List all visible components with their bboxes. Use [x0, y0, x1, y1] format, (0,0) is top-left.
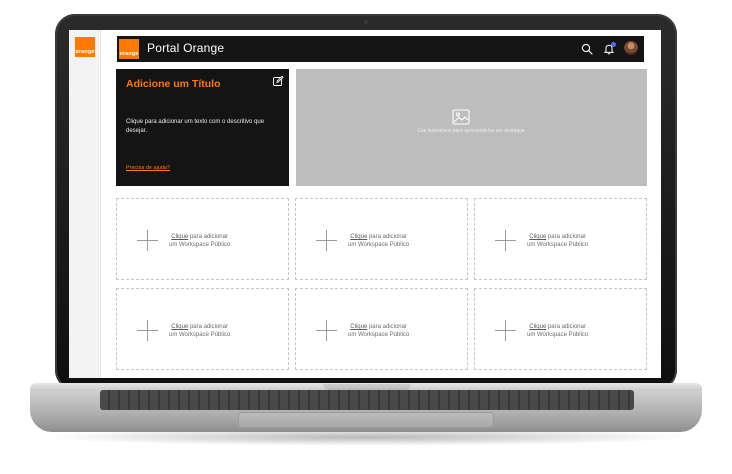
orange-logo[interactable]: orange: [75, 37, 95, 57]
plus-icon: [495, 320, 516, 341]
ws-line1: para adicionar: [546, 324, 586, 330]
camera: [364, 20, 368, 24]
avatar[interactable]: [624, 41, 638, 55]
image-caption: Crie ilustrativos para apresentá-los em …: [417, 128, 525, 134]
search-icon[interactable]: [579, 41, 595, 57]
trackpad: [238, 412, 494, 428]
keyboard: [100, 390, 634, 410]
ws-line2: um Workspace Público: [169, 332, 231, 338]
plus-icon: [316, 230, 337, 251]
help-link[interactable]: Precisa de ajuda?: [126, 165, 170, 171]
ws-line1: para adicionar: [188, 234, 228, 240]
clique-link[interactable]: Clique: [171, 324, 188, 330]
ws-line1: para adicionar: [546, 234, 586, 240]
workspace-card-text: Clique para adicionar um Workspace Públic…: [348, 323, 409, 339]
bell-icon[interactable]: [601, 41, 617, 57]
workspace-card-text: Clique para adicionar um Workspace Públic…: [527, 233, 588, 249]
workspace-card-text: Clique para adicionar um Workspace Públic…: [527, 323, 588, 339]
ws-line1: para adicionar: [188, 324, 228, 330]
portal-title: Portal Orange: [147, 41, 225, 55]
ws-line2: um Workspace Público: [527, 332, 589, 338]
intro-card-description: Clique para adicionar um texto com o des…: [126, 119, 265, 134]
screen: orange orange Portal Orange Adicione um …: [69, 30, 661, 378]
workspace-card[interactable]: Clique para adicionar um Workspace Públic…: [474, 198, 647, 280]
clique-link[interactable]: Clique: [171, 234, 188, 240]
workspace-card[interactable]: Clique para adicionar um Workspace Públic…: [295, 288, 468, 370]
edit-icon[interactable]: [272, 74, 284, 86]
logo-text: orange: [75, 48, 95, 55]
ws-line2: um Workspace Público: [527, 242, 589, 248]
ws-line2: um Workspace Público: [169, 242, 231, 248]
ws-line2: um Workspace Público: [348, 332, 410, 338]
plus-icon: [495, 230, 516, 251]
workspace-card[interactable]: Clique para adicionar um Workspace Públic…: [116, 288, 289, 370]
clique-link[interactable]: Clique: [350, 324, 367, 330]
header-logo-text: orange: [119, 50, 139, 57]
workspace-card[interactable]: Clique para adicionar um Workspace Públic…: [474, 288, 647, 370]
intro-card: Adicione um Título Clique para adicionar…: [116, 69, 289, 186]
top-header: orange Portal Orange: [117, 36, 644, 62]
clique-link[interactable]: Clique: [529, 234, 546, 240]
brand-rail: orange: [69, 30, 101, 378]
plus-icon: [137, 320, 158, 341]
ws-line1: para adicionar: [367, 324, 407, 330]
ws-line1: para adicionar: [367, 234, 407, 240]
notification-dot: [611, 42, 616, 47]
header-logo[interactable]: orange: [119, 39, 139, 59]
intro-card-title: Adicione um Título: [126, 78, 221, 90]
clique-link[interactable]: Clique: [350, 234, 367, 240]
workspace-card[interactable]: Clique para adicionar um Workspace Públic…: [295, 198, 468, 280]
ws-line2: um Workspace Público: [348, 242, 410, 248]
plus-icon: [316, 320, 337, 341]
workspace-card-text: Clique para adicionar um Workspace Públic…: [169, 233, 230, 249]
image-icon: [452, 109, 470, 125]
workspace-card-text: Clique para adicionar um Workspace Públic…: [169, 323, 230, 339]
clique-link[interactable]: Clique: [529, 324, 546, 330]
workspace-card[interactable]: Clique para adicionar um Workspace Públic…: [116, 198, 289, 280]
workspace-card-text: Clique para adicionar um Workspace Públic…: [348, 233, 409, 249]
plus-icon: [137, 230, 158, 251]
image-placeholder[interactable]: Crie ilustrativos para apresentá-los em …: [296, 69, 647, 186]
